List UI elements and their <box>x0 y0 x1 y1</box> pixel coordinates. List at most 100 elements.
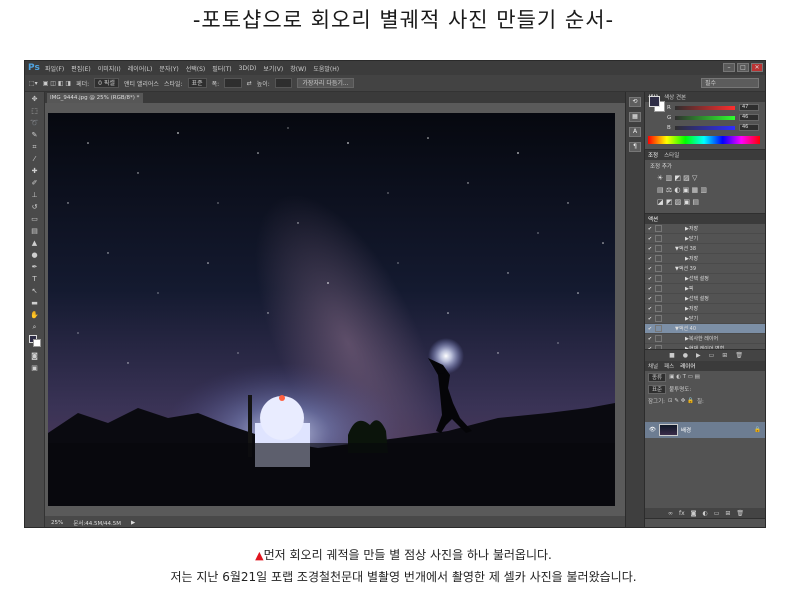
width-input[interactable] <box>224 78 242 88</box>
action-row[interactable]: ✔ ▼ 액션 38 <box>645 244 765 254</box>
character-icon[interactable]: A <box>629 127 641 137</box>
menu-file[interactable]: 파일(F) <box>45 64 64 73</box>
dialog-toggle-icon[interactable] <box>655 245 662 252</box>
action-check-icon[interactable]: ✔ <box>645 336 655 342</box>
dialog-toggle-icon[interactable] <box>655 275 662 282</box>
dialog-toggle-icon[interactable] <box>655 305 662 312</box>
marquee-tool-icon[interactable]: ⬚▾ <box>29 80 38 87</box>
dialog-toggle-icon[interactable] <box>655 335 662 342</box>
action-check-icon[interactable]: ✔ <box>645 266 655 272</box>
record-icon[interactable]: ● <box>683 352 688 359</box>
red-value[interactable]: 47 <box>739 104 759 111</box>
menu-image[interactable]: 이미지(I) <box>98 64 121 73</box>
tab-adjustments[interactable]: 조정 <box>648 151 658 159</box>
action-row[interactable]: ✔ ▶ 저장 <box>645 224 765 234</box>
swap-icon[interactable]: ⇄ <box>247 80 252 87</box>
menu-view[interactable]: 보기(V) <box>263 64 283 73</box>
tab-channels[interactable]: 채널 <box>648 362 658 370</box>
type-tool-icon[interactable]: T <box>29 275 41 284</box>
paragraph-icon[interactable]: ¶ <box>629 142 641 152</box>
color-spectrum[interactable] <box>648 136 760 144</box>
adjustment-icons-row-3[interactable]: ◪ ◩ ▨ ▣ ▤ <box>645 196 765 208</box>
green-slider[interactable]: G 46 <box>667 114 763 122</box>
color-swatch-icon[interactable] <box>28 335 41 349</box>
trash-icon[interactable]: 🗑 <box>736 510 744 517</box>
adjustment-icons-row-2[interactable]: ▤ ⚖ ◐ ▣ ▦ ▥ <box>645 184 765 196</box>
tab-paths[interactable]: 패스 <box>664 362 674 370</box>
clone-stamp-icon[interactable]: ⊥ <box>29 191 41 200</box>
screen-mode-icon[interactable]: ▣ <box>29 364 41 373</box>
menu-select[interactable]: 선택(S) <box>186 64 206 73</box>
history-icon[interactable]: ⟲ <box>629 97 641 107</box>
blur-tool-icon[interactable]: ▲ <box>29 239 41 248</box>
action-check-icon[interactable]: ✔ <box>645 236 655 242</box>
action-check-icon[interactable]: ✔ <box>645 346 655 350</box>
tab-layers[interactable]: 레이어 <box>680 362 695 370</box>
hand-tool-icon[interactable]: ✋ <box>29 311 41 320</box>
marquee-tool-icon[interactable]: ⬚ <box>29 107 41 116</box>
photo-canvas[interactable] <box>48 113 615 506</box>
healing-brush-icon[interactable]: ✚ <box>29 167 41 176</box>
menu-edit[interactable]: 편집(E) <box>71 64 91 73</box>
path-select-icon[interactable]: ↖ <box>29 287 41 296</box>
status-arrow-icon[interactable]: ▶ <box>131 520 135 526</box>
link-icon[interactable]: ∞ <box>668 510 673 517</box>
dialog-toggle-icon[interactable] <box>655 235 662 242</box>
action-row[interactable]: ✔ ▼ 액션 40 <box>645 324 765 334</box>
group-icon[interactable]: ▭ <box>714 510 720 517</box>
stop-icon[interactable]: ■ <box>669 352 675 359</box>
menu-help[interactable]: 도움말(H) <box>313 64 339 73</box>
red-slider[interactable]: R 47 <box>667 104 763 112</box>
action-check-icon[interactable]: ✔ <box>645 226 655 232</box>
menu-filter[interactable]: 필터(T) <box>212 64 231 73</box>
foreground-color-swatch[interactable] <box>649 96 660 107</box>
action-check-icon[interactable]: ✔ <box>645 276 655 282</box>
delete-icon[interactable]: 🗑 <box>735 352 743 359</box>
new-set-icon[interactable]: ▭ <box>709 352 715 359</box>
play-icon[interactable]: ▶ <box>696 352 701 359</box>
visibility-eye-icon[interactable]: 👁 <box>649 427 656 433</box>
action-row[interactable]: ✔ ▶ 저장 <box>645 304 765 314</box>
refine-edge-button[interactable]: 가장자리 다듬기... <box>297 78 354 88</box>
tab-styles[interactable]: 스타일 <box>664 151 679 159</box>
properties-icon[interactable]: ▦ <box>629 112 641 122</box>
pen-tool-icon[interactable]: ✒ <box>29 263 41 272</box>
action-check-icon[interactable]: ✔ <box>645 296 655 302</box>
blue-value[interactable]: 46 <box>739 124 759 131</box>
zoom-level[interactable]: 25% <box>51 520 63 526</box>
action-row[interactable]: ✔ ▶ 선택 설정 <box>645 294 765 304</box>
action-check-icon[interactable]: ✔ <box>645 256 655 262</box>
dialog-toggle-icon[interactable] <box>655 255 662 262</box>
action-row[interactable]: ✔ ▶ 닫기 <box>645 314 765 324</box>
action-row[interactable]: ✔ ▶ 저장 <box>645 254 765 264</box>
menu-3d[interactable]: 3D(D) <box>239 65 257 72</box>
action-check-icon[interactable]: ✔ <box>645 246 655 252</box>
brush-tool-icon[interactable]: ✐ <box>29 179 41 188</box>
action-row[interactable]: ✔ ▼ 액션 39 <box>645 264 765 274</box>
layer-kind-select[interactable]: 종류 <box>648 372 667 382</box>
filter-icons[interactable]: ▣ ◐ T ▭ ▤ <box>669 374 700 380</box>
blend-mode-select[interactable]: 표준 <box>648 384 667 394</box>
gradient-tool-icon[interactable]: ▤ <box>29 227 41 236</box>
dialog-toggle-icon[interactable] <box>655 315 662 322</box>
action-check-icon[interactable]: ✔ <box>645 326 655 332</box>
dialog-toggle-icon[interactable] <box>655 325 662 332</box>
maximize-icon[interactable]: □ <box>737 63 749 72</box>
move-tool-icon[interactable]: ✥ <box>29 95 41 104</box>
menu-layer[interactable]: 레이어(L) <box>128 64 153 73</box>
tab-swatches[interactable]: 색상 견본 <box>664 93 686 101</box>
lock-icons[interactable]: ⊡ ✎ ✥ 🔒 <box>668 398 694 404</box>
dodge-tool-icon[interactable]: ● <box>29 251 41 260</box>
action-row[interactable]: ✔ ▶ 선택 설정 <box>645 274 765 284</box>
fx-icon[interactable]: fx <box>679 510 685 517</box>
quick-mask-icon[interactable]: ◙ <box>29 352 41 361</box>
layer-background[interactable]: 👁 배경 🔒 <box>645 422 765 438</box>
workspace-select[interactable]: 필수 <box>701 78 759 88</box>
blue-slider[interactable]: B 46 <box>667 124 763 132</box>
document-tab[interactable]: IMG_9444.jpg @ 25% (RGB/8*) * <box>47 93 143 103</box>
menu-type[interactable]: 문자(Y) <box>159 64 178 73</box>
action-row[interactable]: ✔ ▶ 픽 <box>645 284 765 294</box>
shape-tool-icon[interactable]: ▬ <box>29 299 41 308</box>
tab-actions[interactable]: 액션 <box>648 215 658 223</box>
dialog-toggle-icon[interactable] <box>655 265 662 272</box>
